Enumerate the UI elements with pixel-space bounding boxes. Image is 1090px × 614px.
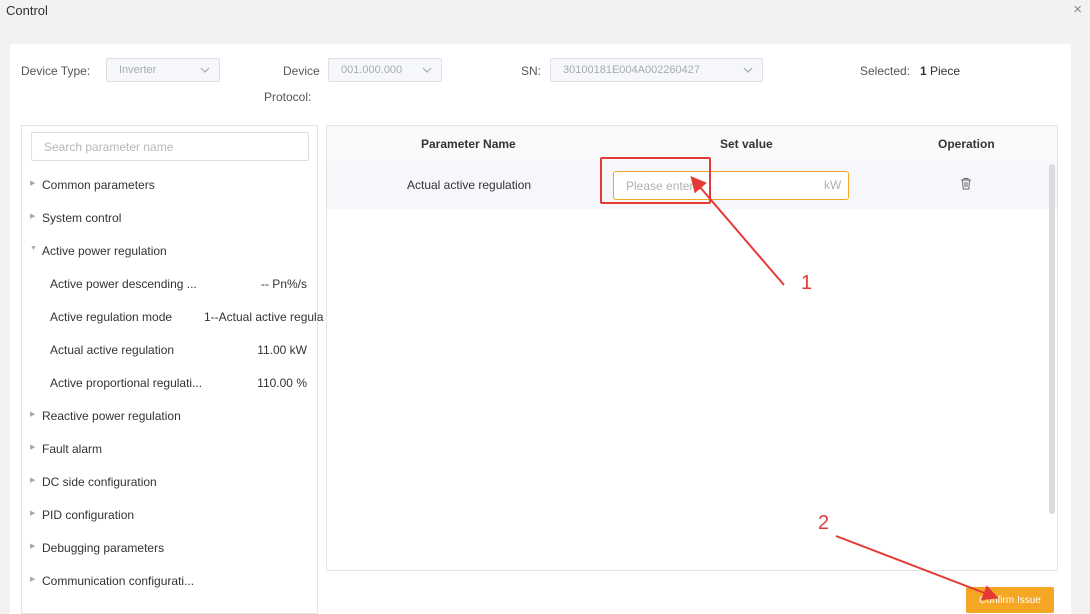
- caret-right-icon: ▶: [30, 213, 36, 220]
- selected-count: 1: [920, 64, 927, 78]
- tree-child-name: Active proportional regulati...: [50, 376, 203, 390]
- device-type-value: Inverter: [119, 64, 157, 76]
- tree-item-label: Active power regulation: [42, 244, 167, 258]
- tree-child-value: 11.00 kW: [257, 343, 307, 357]
- column-header-parameter-name: Parameter Name: [421, 137, 516, 151]
- tree-item-reactive-power-regulation[interactable]: ▶ Reactive power regulation: [22, 399, 317, 432]
- device-type-label: Device Type:: [21, 64, 91, 78]
- annotation-label-2: 2: [818, 512, 830, 534]
- set-value-unit: kW: [824, 178, 842, 192]
- tree-child-name: Active regulation mode: [50, 310, 173, 324]
- tree-child-name: Actual active regulation: [50, 343, 175, 357]
- device-protocol-select[interactable]: 001.000.000: [328, 58, 442, 82]
- tree-item-label: Debugging parameters: [42, 541, 165, 555]
- tree-child-value: 1--Actual active regula: [204, 310, 324, 324]
- close-icon[interactable]: ×: [1073, 1, 1082, 18]
- tree-item-pid-configuration[interactable]: ▶ PID configuration: [22, 498, 317, 531]
- caret-right-icon: ▶: [30, 543, 36, 550]
- chevron-down-icon: [743, 67, 753, 73]
- tree-item-debugging-parameters[interactable]: ▶ Debugging parameters: [22, 531, 317, 564]
- search-input[interactable]: [31, 132, 309, 161]
- caret-right-icon: ▶: [30, 477, 36, 484]
- trash-icon[interactable]: [960, 177, 972, 190]
- row-parameter-name: Actual active regulation: [407, 178, 532, 192]
- column-header-operation: Operation: [938, 137, 995, 151]
- tree-item-communication-configuration[interactable]: ▶ Communication configurati...: [22, 564, 317, 597]
- parameter-tree-panel: ▶ Common parameters ▶ System control ▼ A…: [21, 125, 323, 614]
- device-protocol-label-line1: Device: [283, 64, 320, 78]
- caret-right-icon: ▶: [30, 510, 36, 517]
- device-protocol-value: 001.000.000: [341, 64, 403, 76]
- tree-item-label: PID configuration: [42, 508, 135, 522]
- tree-item-fault-alarm[interactable]: ▶ Fault alarm: [22, 432, 317, 465]
- table-scrollbar[interactable]: [1049, 164, 1055, 514]
- caret-down-icon: ▼: [30, 245, 37, 252]
- annotation-label-1: 1: [801, 272, 813, 294]
- chevron-down-icon: [422, 67, 432, 73]
- annotation-highlight-box: [600, 157, 711, 204]
- tree-child-value: 110.00 %: [257, 376, 307, 390]
- dialog-title: Control: [6, 3, 48, 18]
- tree-child-item[interactable]: Active proportional regulati... 110.00 %: [22, 366, 319, 399]
- caret-right-icon: ▶: [30, 411, 36, 418]
- tree-child-value: -- Pn%/s: [260, 277, 307, 291]
- tree-child-item[interactable]: Actual active regulation 11.00 kW: [22, 333, 319, 366]
- tree-item-active-power-regulation[interactable]: ▼ Active power regulation: [22, 234, 317, 267]
- chevron-down-icon: [200, 67, 210, 73]
- dialog-titlebar: Control ×: [0, 0, 1090, 30]
- caret-right-icon: ▶: [30, 576, 36, 583]
- sn-value: 30100181E004A002260427: [563, 64, 701, 76]
- caret-right-icon: ▶: [30, 444, 36, 451]
- selected-label: Selected:: [860, 64, 911, 78]
- device-type-select[interactable]: Inverter: [106, 58, 220, 82]
- tree-item-label: Reactive power regulation: [42, 409, 181, 423]
- confirm-issue-button[interactable]: Confirm Issue: [966, 587, 1054, 613]
- tree-item-label: Common parameters: [42, 178, 155, 192]
- tree-item-label: Fault alarm: [42, 442, 103, 456]
- tree-child-item[interactable]: Active power descending ... -- Pn%/s: [22, 267, 319, 300]
- tree-item-common-parameters[interactable]: ▶ Common parameters: [22, 168, 317, 201]
- device-protocol-label-line2: Protocol:: [264, 90, 312, 104]
- tree-item-label: Communication configurati...: [42, 574, 195, 588]
- column-header-set-value: Set value: [720, 137, 773, 151]
- caret-right-icon: ▶: [30, 180, 36, 187]
- selected-unit: Piece: [930, 64, 961, 78]
- tree-child-name: Active power descending ...: [50, 277, 197, 291]
- tree-item-label: DC side configuration: [42, 475, 157, 489]
- tree-item-system-control[interactable]: ▶ System control: [22, 201, 317, 234]
- tree-item-dc-side-configuration[interactable]: ▶ DC side configuration: [22, 465, 317, 498]
- sn-label: SN:: [521, 64, 542, 78]
- tree-child-item[interactable]: Active regulation mode 1--Actual active …: [22, 300, 323, 333]
- tree-item-label: System control: [42, 211, 122, 225]
- sn-select[interactable]: 30100181E004A002260427: [550, 58, 763, 82]
